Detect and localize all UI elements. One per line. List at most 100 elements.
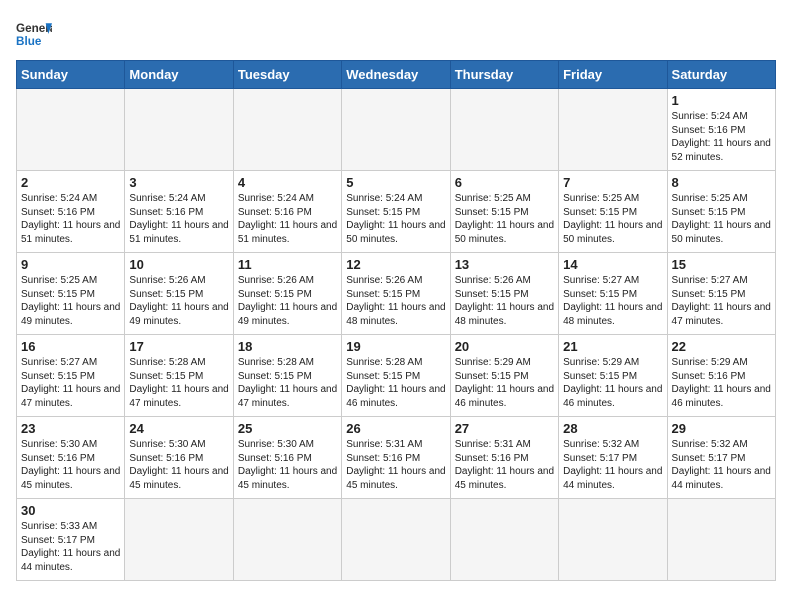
calendar-cell: 21Sunrise: 5:29 AMSunset: 5:15 PMDayligh… bbox=[559, 335, 667, 417]
day-number: 22 bbox=[672, 339, 771, 354]
calendar-cell: 27Sunrise: 5:31 AMSunset: 5:16 PMDayligh… bbox=[450, 417, 558, 499]
calendar-cell: 23 Sunrise: 5:30 AMSunset: 5:16 PMDayligh… bbox=[17, 417, 125, 499]
calendar-cell: 7Sunrise: 5:25 AMSunset: 5:15 PMDaylight… bbox=[559, 171, 667, 253]
day-number: 14 bbox=[563, 257, 662, 272]
calendar-cell bbox=[450, 499, 558, 581]
day-number: 28 bbox=[563, 421, 662, 436]
day-info: Sunrise: 5:32 AMSunset: 5:17 PMDaylight:… bbox=[672, 438, 771, 492]
day-info: Sunrise: 5:24 AMSunset: 5:16 PMDaylight:… bbox=[238, 192, 337, 246]
day-info: Sunrise: 5:31 AMSunset: 5:16 PMDaylight:… bbox=[455, 438, 554, 492]
day-number: 5 bbox=[346, 175, 445, 190]
calendar-cell bbox=[233, 499, 341, 581]
generalblue-logo-icon: General Blue bbox=[16, 16, 52, 52]
day-number: 7 bbox=[563, 175, 662, 190]
day-info: Sunrise: 5:26 AMSunset: 5:15 PMDaylight:… bbox=[238, 274, 337, 328]
calendar-header-row: SundayMondayTuesdayWednesdayThursdayFrid… bbox=[17, 61, 776, 89]
day-info: Sunrise: 5:28 AMSunset: 5:15 PMDaylight:… bbox=[346, 356, 445, 410]
calendar-cell: 25 Sunrise: 5:30 AMSunset: 5:16 PMDayligh… bbox=[233, 417, 341, 499]
calendar-cell: 9 Sunrise: 5:25 AMSunset: 5:15 PMDaylight… bbox=[17, 253, 125, 335]
calendar-cell: 30Sunrise: 5:33 AMSunset: 5:17 PMDayligh… bbox=[17, 499, 125, 581]
day-number: 18 bbox=[238, 339, 337, 354]
calendar-cell: 14 Sunrise: 5:27 AMSunset: 5:15 PMDayligh… bbox=[559, 253, 667, 335]
col-header-monday: Monday bbox=[125, 61, 233, 89]
col-header-sunday: Sunday bbox=[17, 61, 125, 89]
day-number: 17 bbox=[129, 339, 228, 354]
day-number: 6 bbox=[455, 175, 554, 190]
calendar-cell bbox=[559, 499, 667, 581]
day-info: Sunrise: 5:30 AMSunset: 5:16 PMDaylight:… bbox=[21, 438, 120, 492]
calendar-cell: 24Sunrise: 5:30 AMSunset: 5:16 PMDayligh… bbox=[125, 417, 233, 499]
day-info: Sunrise: 5:33 AMSunset: 5:17 PMDaylight:… bbox=[21, 520, 120, 574]
day-number: 12 bbox=[346, 257, 445, 272]
calendar-cell bbox=[342, 89, 450, 171]
day-number: 1 bbox=[672, 93, 771, 108]
week-row-6: 30Sunrise: 5:33 AMSunset: 5:17 PMDayligh… bbox=[17, 499, 776, 581]
day-number: 20 bbox=[455, 339, 554, 354]
day-number: 8 bbox=[672, 175, 771, 190]
calendar-cell: 11 Sunrise: 5:26 AMSunset: 5:15 PMDayligh… bbox=[233, 253, 341, 335]
page-header: General Blue bbox=[16, 16, 776, 52]
day-number: 3 bbox=[129, 175, 228, 190]
calendar-cell bbox=[125, 499, 233, 581]
day-info: Sunrise: 5:24 AMSunset: 5:15 PMDaylight:… bbox=[346, 192, 445, 246]
week-row-1: 1 Sunrise: 5:24 AMSunset: 5:16 PMDaylight… bbox=[17, 89, 776, 171]
calendar-cell: 5 Sunrise: 5:24 AMSunset: 5:15 PMDaylight… bbox=[342, 171, 450, 253]
day-info: Sunrise: 5:26 AMSunset: 5:15 PMDaylight:… bbox=[129, 274, 228, 328]
calendar-cell: 6 Sunrise: 5:25 AMSunset: 5:15 PMDaylight… bbox=[450, 171, 558, 253]
day-number: 29 bbox=[672, 421, 771, 436]
day-info: Sunrise: 5:27 AMSunset: 5:15 PMDaylight:… bbox=[21, 356, 120, 410]
logo: General Blue bbox=[16, 16, 52, 52]
week-row-5: 23 Sunrise: 5:30 AMSunset: 5:16 PMDayligh… bbox=[17, 417, 776, 499]
day-info: Sunrise: 5:26 AMSunset: 5:15 PMDaylight:… bbox=[455, 274, 554, 328]
day-info: Sunrise: 5:24 AMSunset: 5:16 PMDaylight:… bbox=[21, 192, 120, 246]
day-info: Sunrise: 5:32 AMSunset: 5:17 PMDaylight:… bbox=[563, 438, 662, 492]
day-number: 10 bbox=[129, 257, 228, 272]
calendar-cell: 19Sunrise: 5:28 AMSunset: 5:15 PMDayligh… bbox=[342, 335, 450, 417]
day-info: Sunrise: 5:24 AMSunset: 5:16 PMDaylight:… bbox=[129, 192, 228, 246]
calendar-cell: 12 Sunrise: 5:26 AMSunset: 5:15 PMDayligh… bbox=[342, 253, 450, 335]
day-info: Sunrise: 5:28 AMSunset: 5:15 PMDaylight:… bbox=[238, 356, 337, 410]
calendar-cell bbox=[450, 89, 558, 171]
day-number: 24 bbox=[129, 421, 228, 436]
calendar-cell: 18 Sunrise: 5:28 AMSunset: 5:15 PMDayligh… bbox=[233, 335, 341, 417]
calendar-cell: 28 Sunrise: 5:32 AMSunset: 5:17 PMDayligh… bbox=[559, 417, 667, 499]
day-info: Sunrise: 5:26 AMSunset: 5:15 PMDaylight:… bbox=[346, 274, 445, 328]
calendar-cell: 22Sunrise: 5:29 AMSunset: 5:16 PMDayligh… bbox=[667, 335, 775, 417]
calendar-cell: 3 Sunrise: 5:24 AMSunset: 5:16 PMDaylight… bbox=[125, 171, 233, 253]
calendar-cell bbox=[233, 89, 341, 171]
week-row-4: 16 Sunrise: 5:27 AMSunset: 5:15 PMDayligh… bbox=[17, 335, 776, 417]
day-info: Sunrise: 5:24 AMSunset: 5:16 PMDaylight:… bbox=[672, 110, 771, 164]
day-info: Sunrise: 5:29 AMSunset: 5:15 PMDaylight:… bbox=[455, 356, 554, 410]
day-number: 23 bbox=[21, 421, 120, 436]
calendar-cell: 10 Sunrise: 5:26 AMSunset: 5:15 PMDayligh… bbox=[125, 253, 233, 335]
calendar-cell: 16 Sunrise: 5:27 AMSunset: 5:15 PMDayligh… bbox=[17, 335, 125, 417]
day-number: 16 bbox=[21, 339, 120, 354]
col-header-thursday: Thursday bbox=[450, 61, 558, 89]
calendar-cell: 17Sunrise: 5:28 AMSunset: 5:15 PMDayligh… bbox=[125, 335, 233, 417]
day-number: 9 bbox=[21, 257, 120, 272]
day-info: Sunrise: 5:25 AMSunset: 5:15 PMDaylight:… bbox=[455, 192, 554, 246]
calendar-cell bbox=[17, 89, 125, 171]
week-row-2: 2Sunrise: 5:24 AMSunset: 5:16 PMDaylight… bbox=[17, 171, 776, 253]
col-header-friday: Friday bbox=[559, 61, 667, 89]
day-info: Sunrise: 5:31 AMSunset: 5:16 PMDaylight:… bbox=[346, 438, 445, 492]
col-header-tuesday: Tuesday bbox=[233, 61, 341, 89]
day-info: Sunrise: 5:27 AMSunset: 5:15 PMDaylight:… bbox=[563, 274, 662, 328]
col-header-wednesday: Wednesday bbox=[342, 61, 450, 89]
calendar-cell: 26Sunrise: 5:31 AMSunset: 5:16 PMDayligh… bbox=[342, 417, 450, 499]
day-number: 15 bbox=[672, 257, 771, 272]
col-header-saturday: Saturday bbox=[667, 61, 775, 89]
calendar-cell bbox=[342, 499, 450, 581]
day-info: Sunrise: 5:25 AMSunset: 5:15 PMDaylight:… bbox=[21, 274, 120, 328]
day-number: 11 bbox=[238, 257, 337, 272]
day-number: 4 bbox=[238, 175, 337, 190]
day-info: Sunrise: 5:27 AMSunset: 5:15 PMDaylight:… bbox=[672, 274, 771, 328]
calendar-table: SundayMondayTuesdayWednesdayThursdayFrid… bbox=[16, 60, 776, 581]
calendar-cell bbox=[667, 499, 775, 581]
day-info: Sunrise: 5:29 AMSunset: 5:15 PMDaylight:… bbox=[563, 356, 662, 410]
day-info: Sunrise: 5:30 AMSunset: 5:16 PMDaylight:… bbox=[238, 438, 337, 492]
day-info: Sunrise: 5:25 AMSunset: 5:15 PMDaylight:… bbox=[672, 192, 771, 246]
day-number: 25 bbox=[238, 421, 337, 436]
calendar-cell: 8 Sunrise: 5:25 AMSunset: 5:15 PMDaylight… bbox=[667, 171, 775, 253]
calendar-cell bbox=[125, 89, 233, 171]
